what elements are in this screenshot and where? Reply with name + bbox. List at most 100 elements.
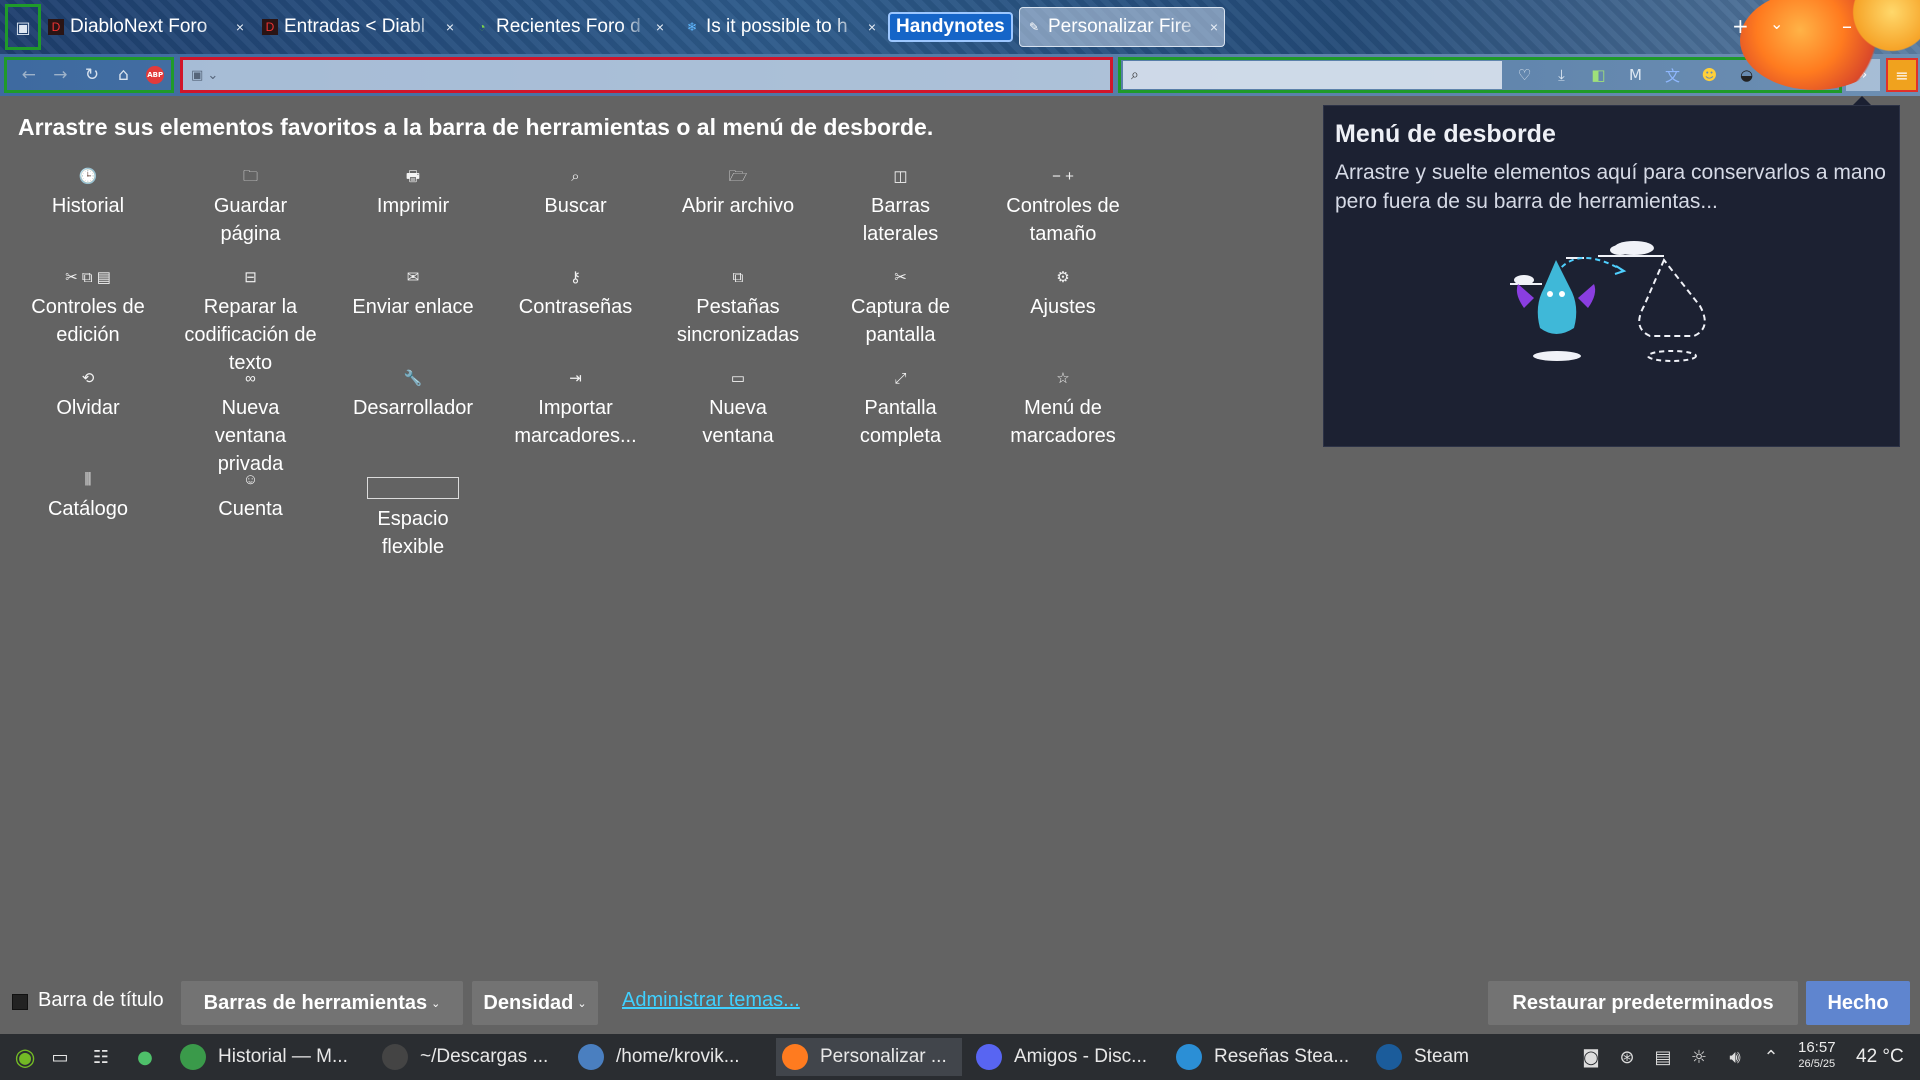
toolbars-dropdown[interactable]: Barras de herramientas ⌄ bbox=[181, 981, 463, 1025]
palette-item-library[interactable]: ⫼ Catálogo bbox=[7, 469, 169, 523]
taskbar-task-steam[interactable]: Steam bbox=[1370, 1038, 1553, 1076]
app-launcher-button[interactable]: ◉ bbox=[8, 1034, 42, 1080]
taskbar-task-discord[interactable]: Amigos - Disc... bbox=[970, 1038, 1162, 1076]
tab-title: Personalizar Fire bbox=[1048, 16, 1192, 37]
tab-entradas[interactable]: D Entradas < Diabl × bbox=[262, 7, 454, 47]
home-button[interactable]: ⌂ bbox=[108, 60, 140, 90]
pocket-button[interactable]: ♡ bbox=[1506, 60, 1543, 90]
tab-recientes-foro[interactable]: ◔ Recientes Foro d × bbox=[474, 7, 664, 47]
clipboard-icon[interactable]: ▤ bbox=[1645, 1047, 1681, 1068]
palette-item-import-bookmarks[interactable]: ⇥ Importar marcadores... bbox=[495, 368, 657, 450]
tab-close-icon[interactable]: × bbox=[1210, 19, 1218, 35]
tab-personalizar-firefox[interactable]: ✎ Personalizar Fire × bbox=[1019, 7, 1225, 47]
discord-tray-icon[interactable]: ◙ bbox=[1573, 1047, 1609, 1068]
tab-is-it-possible[interactable]: ❄ Is it possible to h × bbox=[684, 7, 876, 47]
tab-close-icon[interactable]: × bbox=[656, 19, 664, 35]
palette-item-print[interactable]: 🖶 Imprimir bbox=[332, 166, 494, 220]
palette-item-label: Reparar la bbox=[203, 296, 298, 318]
palette-item-settings[interactable]: ⚙ Ajustes bbox=[982, 267, 1144, 321]
palette-item-bookmarks-menu[interactable]: ☆ Menú de marcadores bbox=[982, 368, 1144, 450]
palette-item-developer[interactable]: 🔧 Desarrollador bbox=[332, 368, 494, 422]
reload-button[interactable]: ↻ bbox=[76, 60, 108, 90]
downloads-button[interactable]: ⤓ bbox=[1543, 60, 1580, 90]
restore-defaults-button[interactable]: Restaurar predeterminados bbox=[1488, 981, 1798, 1025]
palette-item-text-encoding[interactable]: ⊟ Reparar la codificación de texto bbox=[170, 267, 332, 377]
app-menu-button[interactable]: ≡ bbox=[1886, 58, 1918, 92]
system-tray: ◙ ⊛ ▤ ☼ 🔊︎ ⌃ bbox=[1573, 1034, 1789, 1080]
extension-button-1[interactable]: ◧ bbox=[1580, 60, 1617, 90]
palette-item-email-link[interactable]: ✉ Enviar enlace bbox=[332, 267, 494, 321]
manage-themes-link[interactable]: Administrar temas... bbox=[622, 989, 800, 1012]
synced-tabs-icon: ⧉ bbox=[732, 269, 744, 286]
palette-item-label: completa bbox=[859, 425, 942, 447]
list-all-tabs-button[interactable]: ⌄ bbox=[1770, 14, 1783, 33]
palette-item-new-window[interactable]: ▭ Nueva ventana bbox=[657, 368, 819, 450]
tab-close-icon[interactable]: × bbox=[868, 19, 876, 35]
show-desktop-button[interactable]: ▭ bbox=[44, 1034, 76, 1080]
firefox-view-button[interactable]: ▣ bbox=[5, 4, 41, 50]
palette-item-search[interactable]: ⌕ Buscar bbox=[495, 166, 657, 220]
palette-item-flexible-space[interactable]: Espacio flexible bbox=[332, 469, 494, 561]
adblock-plus-button[interactable]: ABP bbox=[139, 60, 171, 90]
palette-item-zoom-controls[interactable]: − + Controles de tamaño bbox=[982, 166, 1144, 248]
new-tab-button[interactable]: + bbox=[1732, 14, 1749, 38]
palette-item-label: Contraseñas bbox=[518, 296, 633, 318]
taskbar-task-system-monitor[interactable]: Historial — M... bbox=[174, 1038, 368, 1076]
settings-icon: ⚙ bbox=[1056, 269, 1070, 286]
minimize-window-button[interactable]: – bbox=[1842, 14, 1852, 38]
tab-close-icon[interactable]: × bbox=[446, 19, 454, 35]
palette-item-passwords[interactable]: ⚷ Contraseñas bbox=[495, 267, 657, 321]
palette-item-forget[interactable]: ⟲ Olvidar bbox=[7, 368, 169, 422]
tray-expand-icon[interactable]: ⌃ bbox=[1753, 1047, 1789, 1068]
palette-item-label: Pantalla bbox=[864, 397, 937, 419]
tab-diablonext-foro[interactable]: D DiabloNext Foro × bbox=[48, 7, 244, 47]
pager-button[interactable]: ☷ bbox=[86, 1034, 116, 1080]
palette-item-account[interactable]: ☺ Cuenta bbox=[170, 469, 332, 523]
taskbar-task-folder[interactable]: /home/krovik... bbox=[572, 1038, 768, 1076]
palette-item-screenshot[interactable]: ✂ Captura de pantalla bbox=[820, 267, 982, 349]
brightness-icon[interactable]: ☼ bbox=[1681, 1047, 1717, 1068]
palette-item-save-page[interactable]: 🗀 Guardar página bbox=[170, 166, 332, 248]
density-dropdown[interactable]: Densidad ⌄ bbox=[472, 981, 598, 1025]
back-button[interactable]: ← bbox=[13, 60, 45, 90]
palette-item-edit-controls[interactable]: ✂ ⧉ ▤ Controles de edición bbox=[7, 267, 169, 349]
palette-item-private-window[interactable]: ∞ Nueva ventana privada bbox=[170, 368, 332, 478]
firefox-view-icon: ▣ bbox=[15, 17, 31, 37]
chevron-down-icon: ⌄ bbox=[431, 997, 441, 1010]
palette-item-label: Captura de bbox=[851, 296, 950, 318]
taskbar-task-label: Historial — M... bbox=[218, 1046, 348, 1067]
palette-item-history[interactable]: 🕒 Historial bbox=[7, 166, 169, 220]
search-bar[interactable]: ⌕ bbox=[1123, 61, 1502, 89]
palette-item-sidebar[interactable]: ◫ Barras laterales bbox=[820, 166, 982, 248]
gmail-button[interactable]: M bbox=[1617, 60, 1654, 90]
forward-button[interactable]: → bbox=[45, 60, 77, 90]
taskbar-task-label: Personalizar ... bbox=[820, 1046, 947, 1067]
volume-icon[interactable]: 🔊︎ bbox=[1717, 1047, 1753, 1068]
translate-button[interactable]: 文 bbox=[1654, 60, 1691, 90]
taskbar-task-firefox[interactable]: Personalizar ... bbox=[776, 1038, 962, 1076]
clock[interactable]: 16:57 26/5/25 bbox=[1798, 1039, 1836, 1071]
taskbar-task-steam-tinker[interactable]: Reseñas Stea... bbox=[1170, 1038, 1362, 1076]
tab-close-icon[interactable]: × bbox=[236, 19, 244, 35]
search-icon: ⌕ bbox=[1131, 67, 1139, 83]
palette-item-synced-tabs[interactable]: ⧉ Pestañas sincronizadas bbox=[657, 267, 819, 349]
overflow-panel[interactable]: Menú de desborde Arrastre y suelte eleme… bbox=[1323, 105, 1900, 447]
sidebar-icon: ◫ bbox=[893, 168, 908, 185]
url-bar[interactable]: ▣ ⌄ bbox=[180, 57, 1113, 93]
palette-item-label: ventana bbox=[702, 425, 774, 447]
tab-handynotes[interactable]: Handynotes bbox=[888, 12, 1013, 42]
titlebar-checkbox[interactable] bbox=[12, 994, 28, 1010]
palette-item-open-file[interactable]: 🗁 Abrir archivo bbox=[657, 166, 819, 220]
site-identity-icon[interactable]: ▣ ⌄ bbox=[191, 68, 218, 83]
library-icon: ⫼ bbox=[84, 471, 92, 488]
steam-tinker-icon bbox=[1176, 1044, 1202, 1070]
titlebar-checkbox-label: Barra de título bbox=[38, 989, 164, 1011]
palette-item-label: Pestañas bbox=[696, 296, 780, 318]
steam-tray-icon[interactable]: ⊛ bbox=[1609, 1047, 1645, 1068]
pinned-app-button[interactable]: ● bbox=[130, 1034, 160, 1080]
palette-item-fullscreen[interactable]: ⤢ Pantalla completa bbox=[820, 368, 982, 450]
taskbar-task-terminal[interactable]: ~/Descargas ... bbox=[376, 1038, 564, 1076]
done-button[interactable]: Hecho bbox=[1806, 981, 1910, 1025]
emoji-extension-button[interactable]: ☻ bbox=[1691, 60, 1728, 90]
text-encoding-icon: ⊟ bbox=[244, 269, 257, 286]
